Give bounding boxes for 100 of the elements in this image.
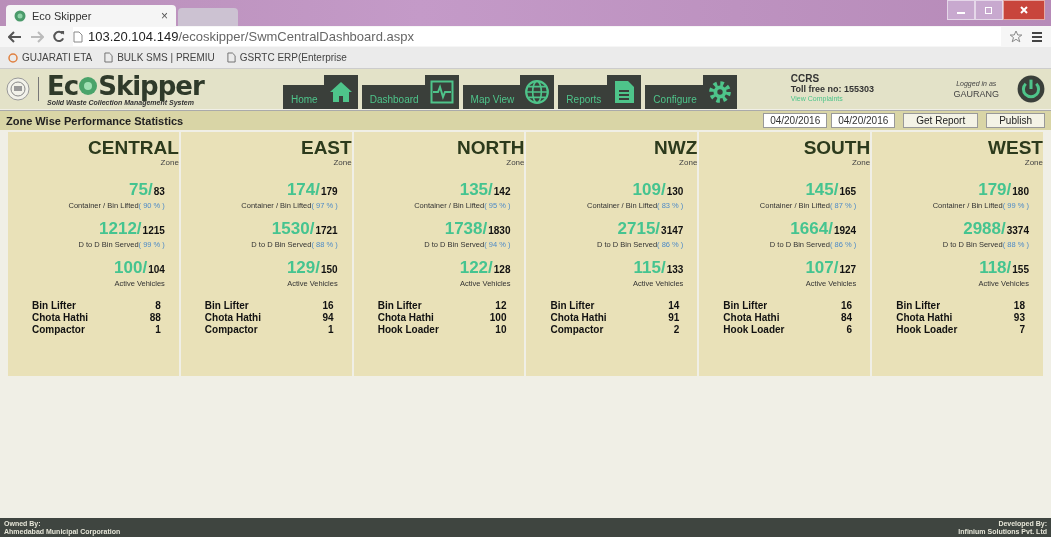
vehicle-count: 88	[149, 312, 161, 324]
page-icon	[104, 52, 114, 63]
to-date-field[interactable]: 04/20/2016	[831, 113, 896, 128]
bookmark-link[interactable]: BULK SMS | PREMIU	[104, 52, 215, 63]
zone-name: WEST	[988, 138, 1043, 158]
achieved-count: 145/	[805, 181, 839, 199]
home-icon	[328, 80, 353, 104]
vehicle-type: Hook Loader	[377, 324, 440, 336]
close-window-icon[interactable]	[1003, 0, 1045, 20]
nav-button[interactable]: Map View	[462, 75, 555, 109]
target-count: 130	[666, 185, 684, 199]
achieved-count: 1530/	[271, 220, 315, 238]
restore-icon[interactable]	[975, 0, 1003, 20]
menu-icon[interactable]	[1031, 30, 1043, 43]
vehicle-type: Compactor	[204, 324, 259, 336]
vehicle-count: 18	[1013, 300, 1025, 312]
user-name: GAURANG	[953, 89, 999, 99]
nav-button[interactable]: Reports	[558, 75, 642, 109]
achieved-count: 100/	[114, 259, 148, 277]
vehicle-count: 12	[494, 300, 507, 312]
vehicle-type: Compactor	[550, 324, 605, 336]
power-icon[interactable]	[1017, 75, 1045, 103]
circle-icon	[8, 52, 18, 63]
vehicle-count: 16	[322, 300, 334, 312]
gear-icon	[706, 79, 733, 105]
browser-tab[interactable]: Eco Skipper ×	[6, 5, 176, 26]
zone-label: Zone	[851, 158, 871, 167]
achieved-count: 135/	[459, 181, 493, 199]
vehicle-count: 94	[322, 312, 334, 324]
target-count: 142	[493, 185, 511, 199]
nav-button[interactable]: Home	[283, 75, 358, 109]
toolbar-button[interactable]: Publish	[986, 113, 1045, 128]
vehicle-type: Chota Hathi	[377, 312, 435, 324]
bookmark-link[interactable]: GSRTC ERP(Enterprise	[226, 52, 347, 63]
vehicle-count: 93	[1013, 312, 1025, 324]
pulse-icon	[429, 80, 454, 104]
zone-name: SOUTH	[803, 138, 871, 158]
target-count: 3374	[1006, 224, 1029, 238]
zone-name: EAST	[300, 138, 352, 158]
nav-button[interactable]: Dashboard	[361, 75, 459, 109]
back-icon[interactable]	[8, 30, 22, 43]
vehicle-type: Bin Lifter	[32, 300, 77, 312]
vehicle-count: 16	[841, 300, 853, 312]
reload-icon[interactable]	[52, 30, 65, 43]
target-count: 165	[839, 185, 857, 199]
from-date-field[interactable]: 04/20/2016	[763, 113, 828, 128]
zone-label: Zone	[333, 158, 352, 167]
vehicle-type: Bin Lifter	[723, 300, 769, 312]
vehicle-type: Chota Hathi	[204, 312, 262, 324]
vehicle-type: Bin Lifter	[204, 300, 250, 312]
emblem-icon	[6, 77, 39, 101]
page-icon	[73, 30, 83, 43]
zone-name: CENTRAL	[88, 138, 179, 158]
vehicle-count: 7	[1018, 324, 1025, 336]
page-icon	[226, 52, 236, 63]
vehicle-type: Hook Loader	[896, 324, 959, 336]
achieved-count: 2988/	[963, 220, 1006, 238]
target-count: 104	[148, 263, 165, 277]
target-count: 1924	[833, 224, 857, 238]
close-tab-button[interactable]: ×	[161, 8, 168, 23]
vehicle-type: Chota Hathi	[896, 312, 954, 324]
vehicle-type: Bin Lifter	[550, 300, 596, 312]
target-count: 150	[320, 263, 338, 277]
achieved-count: 1664/	[790, 220, 833, 238]
vehicle-count: 14	[668, 300, 680, 312]
bookmark-link[interactable]: GUJARATI ETA	[8, 52, 93, 63]
achieved-count: 122/	[459, 259, 493, 277]
vehicle-count: 91	[668, 312, 680, 324]
ccrs-title: CCRS	[790, 74, 821, 84]
document-icon	[612, 79, 637, 105]
target-count: 179	[320, 185, 338, 199]
globe-icon	[524, 79, 551, 105]
achieved-count: 129/	[286, 259, 320, 277]
nav-button[interactable]: Configure	[645, 75, 737, 109]
vehicle-count: 1	[327, 324, 334, 336]
vehicle-type: Compactor	[32, 324, 86, 336]
zone-label: Zone	[506, 158, 525, 167]
target-count: 1215	[142, 224, 165, 238]
zone-name: NWZ	[654, 138, 698, 158]
star-icon[interactable]	[1009, 29, 1023, 44]
achieved-count: 1212/	[99, 220, 142, 238]
vehicle-count: 1	[154, 324, 161, 336]
target-count: 1830	[488, 224, 511, 238]
zone-label: Zone	[160, 158, 179, 167]
vehicle-count: 2	[672, 324, 680, 336]
address-bar[interactable]: 103.20.104.149/ecoskipper/SwmCentralDashboard.aspx	[73, 27, 1001, 46]
target-count: 155	[1012, 263, 1029, 277]
target-count: 3147	[661, 224, 684, 238]
minimize-icon[interactable]	[947, 0, 975, 20]
achieved-count: 174/	[286, 181, 320, 199]
section-title: Zone Wise Performance Statistics	[6, 114, 184, 127]
vehicle-count: 10	[494, 324, 507, 336]
toolbar-button[interactable]: Get Report	[903, 113, 979, 128]
vehicle-type: Bin Lifter	[377, 300, 423, 312]
zone-name: NORTH	[456, 138, 525, 158]
zone-label: Zone	[1024, 158, 1043, 167]
achieved-count: 115/	[633, 259, 666, 277]
vehicle-type: Chota Hathi	[32, 312, 90, 324]
achieved-count: 107/	[805, 259, 839, 277]
achieved-count: 118/	[979, 259, 1012, 277]
